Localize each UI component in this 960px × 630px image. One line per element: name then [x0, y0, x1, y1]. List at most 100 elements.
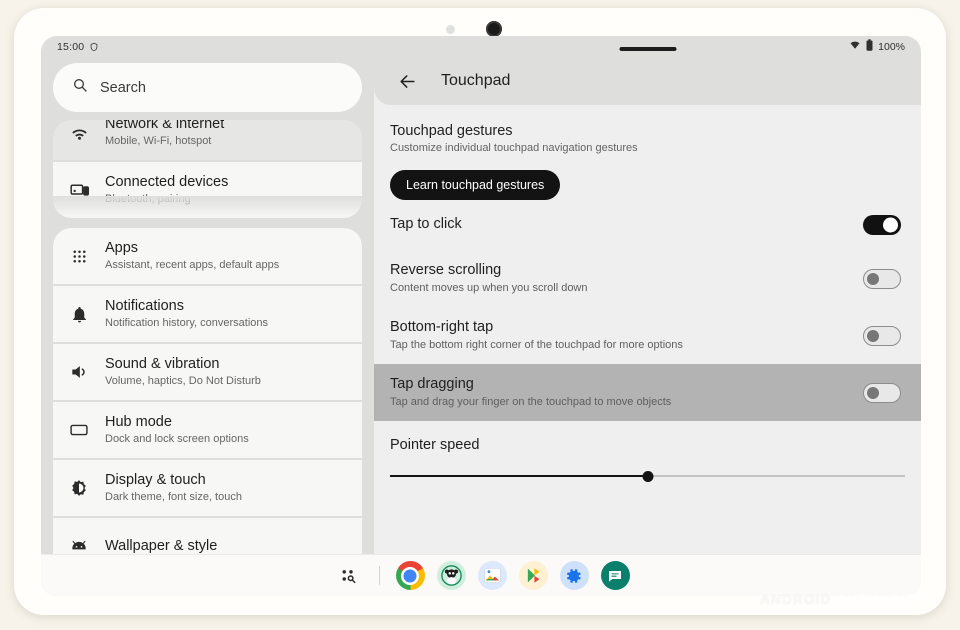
nav-group-system: Apps Assistant, recent apps, default app… — [53, 228, 362, 554]
row-subtitle: Content moves up when you scroll down — [390, 281, 588, 294]
row-texts: Reverse scrolling Content moves up when … — [390, 262, 588, 294]
bottom-right-tap-toggle[interactable] — [863, 325, 901, 346]
settings-sidebar: 15:00 Search Network & internet Mobile, … — [41, 36, 374, 554]
sidebar-item-texts: Display & touch Dark theme, font size, t… — [105, 472, 242, 503]
sidebar-item-title: Sound & vibration — [105, 356, 220, 373]
reverse-scrolling-toggle[interactable] — [863, 268, 901, 289]
setting-row-tap-dragging[interactable]: Tap dragging Tap and drag your finger on… — [374, 364, 921, 422]
sidebar-item-notifications[interactable]: Notifications Notification history, conv… — [53, 286, 362, 342]
sidebar-item-display-touch[interactable]: Display & touch Dark theme, font size, t… — [53, 460, 362, 516]
sidebar-item-subtitle: Dock and lock screen options — [105, 433, 249, 446]
sidebar-item-subtitle: Mobile, Wi-Fi, hotspot — [105, 135, 212, 148]
pointer-speed-slider[interactable] — [390, 469, 905, 483]
page-title: Touchpad — [441, 72, 511, 89]
search-placeholder: Search — [100, 79, 146, 96]
sidebar-item-connected-devices[interactable]: Connected devices Bluetooth, pairing — [53, 162, 362, 218]
sidebar-item-texts: Connected devices Bluetooth, pairing — [105, 174, 228, 205]
sidebar-item-title: Network & internet — [105, 120, 225, 133]
battery-percentage: 100% — [878, 40, 905, 53]
sidebar-item-sound-vibration[interactable]: Sound & vibration Volume, haptics, Do No… — [53, 344, 362, 400]
section-subtitle: Customize individual touchpad navigation… — [390, 142, 638, 154]
setting-row-reverse-scrolling[interactable]: Reverse scrolling Content moves up when … — [374, 250, 921, 307]
sidebar-item-texts: Apps Assistant, recent apps, default app… — [105, 240, 279, 271]
nav-group-connectivity: Network & internet Mobile, Wi-Fi, hotspo… — [53, 120, 362, 218]
status-time: 15:00 — [57, 40, 85, 53]
status-bar-left: 15:00 — [41, 36, 374, 57]
sidebar-item-title: Connected devices — [105, 174, 229, 191]
row-title: Bottom-right tap — [390, 319, 494, 336]
window-grab-handle[interactable] — [619, 47, 676, 51]
screen-content: 15:00 Search Network & internet Mobile, … — [41, 36, 921, 554]
sidebar-item-texts: Wallpaper & style — [105, 538, 217, 554]
wifi-icon — [53, 122, 105, 143]
sidebar-item-title: Wallpaper & style — [105, 537, 218, 554]
taskbar-divider — [378, 566, 380, 585]
sidebar-item-subtitle: Notification history, conversations — [105, 317, 269, 330]
sidebar-item-title: Notifications — [105, 298, 184, 315]
detail-content: Touchpad gestures Customize individual t… — [374, 105, 921, 554]
touchpad-detail-pane: 100% Touchpad Touchpad gestures Customiz… — [374, 36, 921, 554]
sidebar-item-subtitle: Assistant, recent apps, default apps — [105, 259, 280, 272]
pointer-speed-label: Pointer speed — [390, 437, 480, 454]
sidebar-item-texts: Sound & vibration Volume, haptics, Do No… — [105, 356, 261, 387]
connected-devices-icon — [53, 180, 105, 201]
row-texts: Bottom-right tap Tap the bottom right co… — [390, 319, 683, 351]
monitor-icon — [53, 420, 105, 440]
settings-gear-icon[interactable] — [559, 561, 589, 590]
row-texts: Tap dragging Tap and drag your finger on… — [390, 376, 672, 408]
messages-icon[interactable] — [600, 561, 630, 590]
sidebar-item-title: Hub mode — [105, 414, 172, 431]
touchpad-gestures-section: Touchpad gestures Customize individual t… — [374, 105, 921, 154]
status-bar-right: 100% — [374, 36, 921, 57]
volume-icon — [53, 362, 105, 382]
detail-header: Touchpad — [374, 57, 921, 105]
sidebar-item-texts: Network & internet Mobile, Wi-Fi, hotspo… — [105, 120, 224, 148]
taskbar — [41, 554, 921, 596]
search-icon — [72, 77, 88, 98]
apps-grid-icon — [53, 247, 105, 266]
play-store-icon[interactable] — [518, 561, 548, 590]
row-title: Reverse scrolling — [390, 262, 502, 278]
tap-dragging-toggle[interactable] — [863, 382, 901, 403]
settings-nav-list[interactable]: Network & internet Mobile, Wi-Fi, hotspo… — [41, 120, 374, 554]
status-indicators: 100% — [849, 39, 905, 54]
panda-app-icon[interactable] — [436, 561, 466, 590]
front-camera-dot — [486, 21, 502, 37]
proximity-sensor-dot — [446, 25, 455, 34]
battery-full-icon — [865, 39, 874, 54]
sidebar-item-network-internet[interactable]: Network & internet Mobile, Wi-Fi, hotspo… — [53, 120, 362, 160]
row-subtitle: Tap the bottom right corner of the touch… — [390, 338, 683, 351]
tap-to-click-toggle[interactable] — [863, 215, 901, 235]
tablet-frame: 15:00 Search Network & internet Mobile, … — [14, 8, 946, 615]
sidebar-item-wallpaper-style[interactable]: Wallpaper & style — [53, 518, 362, 554]
pointer-speed-section: Pointer speed — [374, 421, 921, 483]
all-apps-search-icon[interactable] — [333, 567, 363, 585]
learn-touchpad-gestures-button[interactable]: Learn touchpad gestures — [390, 170, 561, 200]
back-arrow-icon[interactable] — [398, 72, 417, 91]
brightness-icon — [53, 478, 105, 498]
chrome-icon[interactable] — [395, 561, 425, 590]
sidebar-item-subtitle: Volume, haptics, Do Not Disturb — [105, 375, 261, 388]
sidebar-item-hub-mode[interactable]: Hub mode Dock and lock screen options — [53, 402, 362, 458]
sidebar-item-apps[interactable]: Apps Assistant, recent apps, default app… — [53, 228, 362, 284]
row-title: Tap dragging — [390, 376, 474, 393]
tablet-screen: 15:00 Search Network & internet Mobile, … — [41, 36, 921, 596]
wifi-icon — [849, 39, 861, 54]
slider-thumb[interactable] — [642, 470, 653, 482]
row-subtitle: Tap and drag your finger on the touchpad… — [390, 396, 672, 408]
bell-icon — [53, 305, 105, 324]
android-head-icon — [53, 536, 105, 554]
search-input[interactable]: Search — [53, 63, 362, 112]
sidebar-item-title: Display & touch — [105, 472, 206, 489]
google-photos-icon[interactable] — [477, 561, 507, 590]
sidebar-item-subtitle: Dark theme, font size, touch — [105, 491, 242, 504]
sidebar-item-subtitle: Bluetooth, pairing — [105, 193, 191, 206]
screenshot-stage: 15:00 Search Network & internet Mobile, … — [0, 0, 960, 630]
slider-fill — [390, 474, 648, 478]
brave-shield-icon — [89, 42, 99, 52]
setting-row-tap-to-click[interactable]: Tap to click — [374, 200, 921, 250]
sidebar-item-texts: Hub mode Dock and lock screen options — [105, 414, 249, 445]
setting-row-bottom-right-tap[interactable]: Bottom-right tap Tap the bottom right co… — [374, 307, 921, 364]
section-title: Touchpad gestures — [390, 123, 513, 139]
sidebar-item-texts: Notifications Notification history, conv… — [105, 298, 268, 329]
